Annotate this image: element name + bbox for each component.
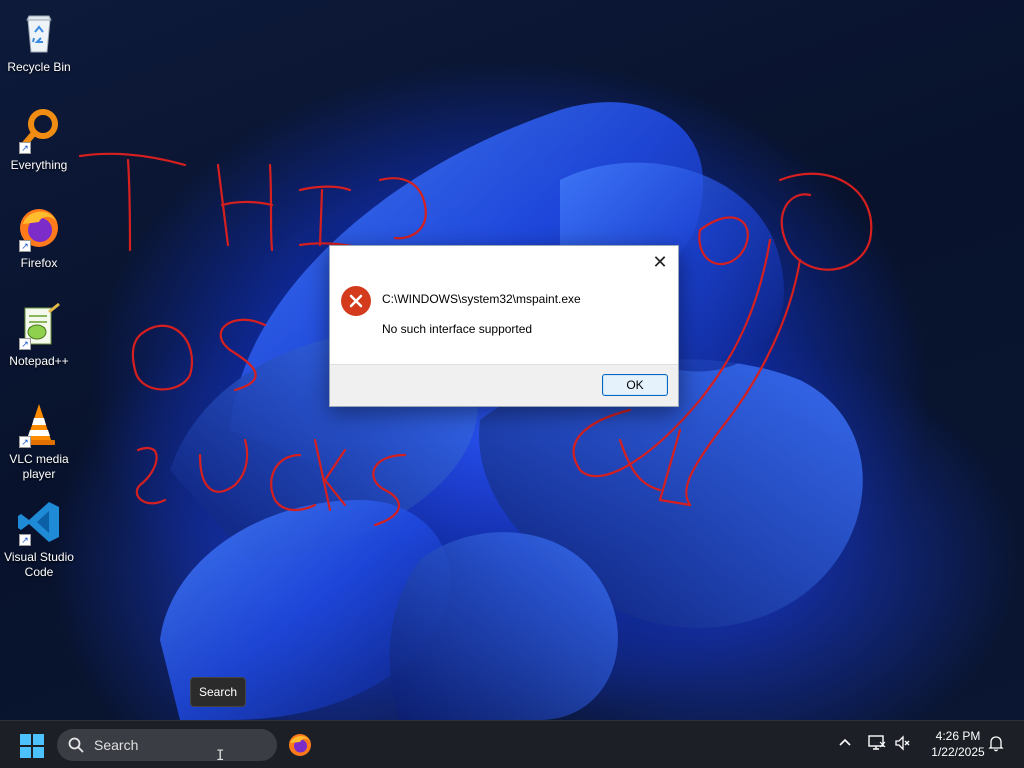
tray-overflow-chevron-icon[interactable] (838, 735, 852, 752)
desktop-icon-vlc[interactable]: ↗ VLC media player (2, 400, 76, 482)
desktop-icon-firefox[interactable]: ↗ Firefox (2, 204, 76, 271)
error-dialog: ✕ C:\WINDOWS\system32\mspaint.exe No suc… (329, 245, 679, 407)
shortcut-arrow-icon: ↗ (19, 534, 31, 546)
ok-button[interactable]: OK (602, 374, 668, 396)
desktop-icon-label: VLC media player (9, 452, 69, 481)
vlc-cone-icon: ↗ (15, 400, 63, 448)
notepadpp-icon: ↗ (15, 302, 63, 350)
shortcut-arrow-icon: ↗ (19, 142, 31, 154)
desktop-icon-label: Everything (10, 158, 68, 172)
start-button[interactable] (18, 732, 46, 760)
desktop-icon-notepadpp[interactable]: ↗ Notepad++ (2, 302, 76, 369)
desktop-icon-label: Visual Studio Code (4, 550, 74, 579)
desktop-icon-everything[interactable]: ↗ Everything (2, 106, 76, 173)
notification-bell-icon[interactable] (988, 734, 1004, 755)
taskbar-search-box[interactable]: Search (57, 729, 277, 761)
windows-logo-icon (20, 734, 44, 758)
desktop-icon-recycle-bin[interactable]: Recycle Bin (2, 8, 76, 75)
firefox-icon: ↗ (15, 204, 63, 252)
desktop-icon-vscode[interactable]: ↗ Visual Studio Code (2, 498, 76, 580)
desktop-icon-label: Notepad++ (9, 354, 69, 368)
desktop-icon-label: Firefox (20, 256, 58, 270)
system-clock[interactable]: 4:26 PM 1/22/2025 (918, 728, 998, 760)
recycle-bin-icon (15, 8, 63, 56)
taskbar-firefox-button[interactable] (287, 732, 313, 758)
close-button[interactable]: ✕ (648, 251, 672, 273)
error-icon (340, 285, 372, 317)
shortcut-arrow-icon: ↗ (19, 436, 31, 448)
text-cursor-icon: I (216, 748, 225, 764)
clock-time: 4:26 PM (935, 729, 981, 743)
dialog-footer: OK (330, 364, 678, 406)
search-icon (68, 737, 84, 753)
firefox-icon (289, 734, 311, 756)
taskbar: Search 4:26 PM 1/22/2025 (0, 720, 1024, 768)
dialog-path-text: C:\WINDOWS\system32\mspaint.exe (382, 292, 581, 306)
volume-muted-icon[interactable] (894, 735, 912, 754)
shortcut-arrow-icon: ↗ (19, 240, 31, 252)
clock-date: 1/22/2025 (931, 745, 985, 759)
search-tooltip: Search (190, 677, 247, 707)
network-icon[interactable] (868, 735, 886, 754)
shortcut-arrow-icon: ↗ (19, 338, 31, 350)
desktop-icon-label: Recycle Bin (7, 60, 71, 74)
search-placeholder: Search (94, 737, 139, 753)
dialog-message-text: No such interface supported (382, 322, 533, 336)
everything-search-icon: ↗ (15, 106, 63, 154)
vscode-icon: ↗ (15, 498, 63, 546)
